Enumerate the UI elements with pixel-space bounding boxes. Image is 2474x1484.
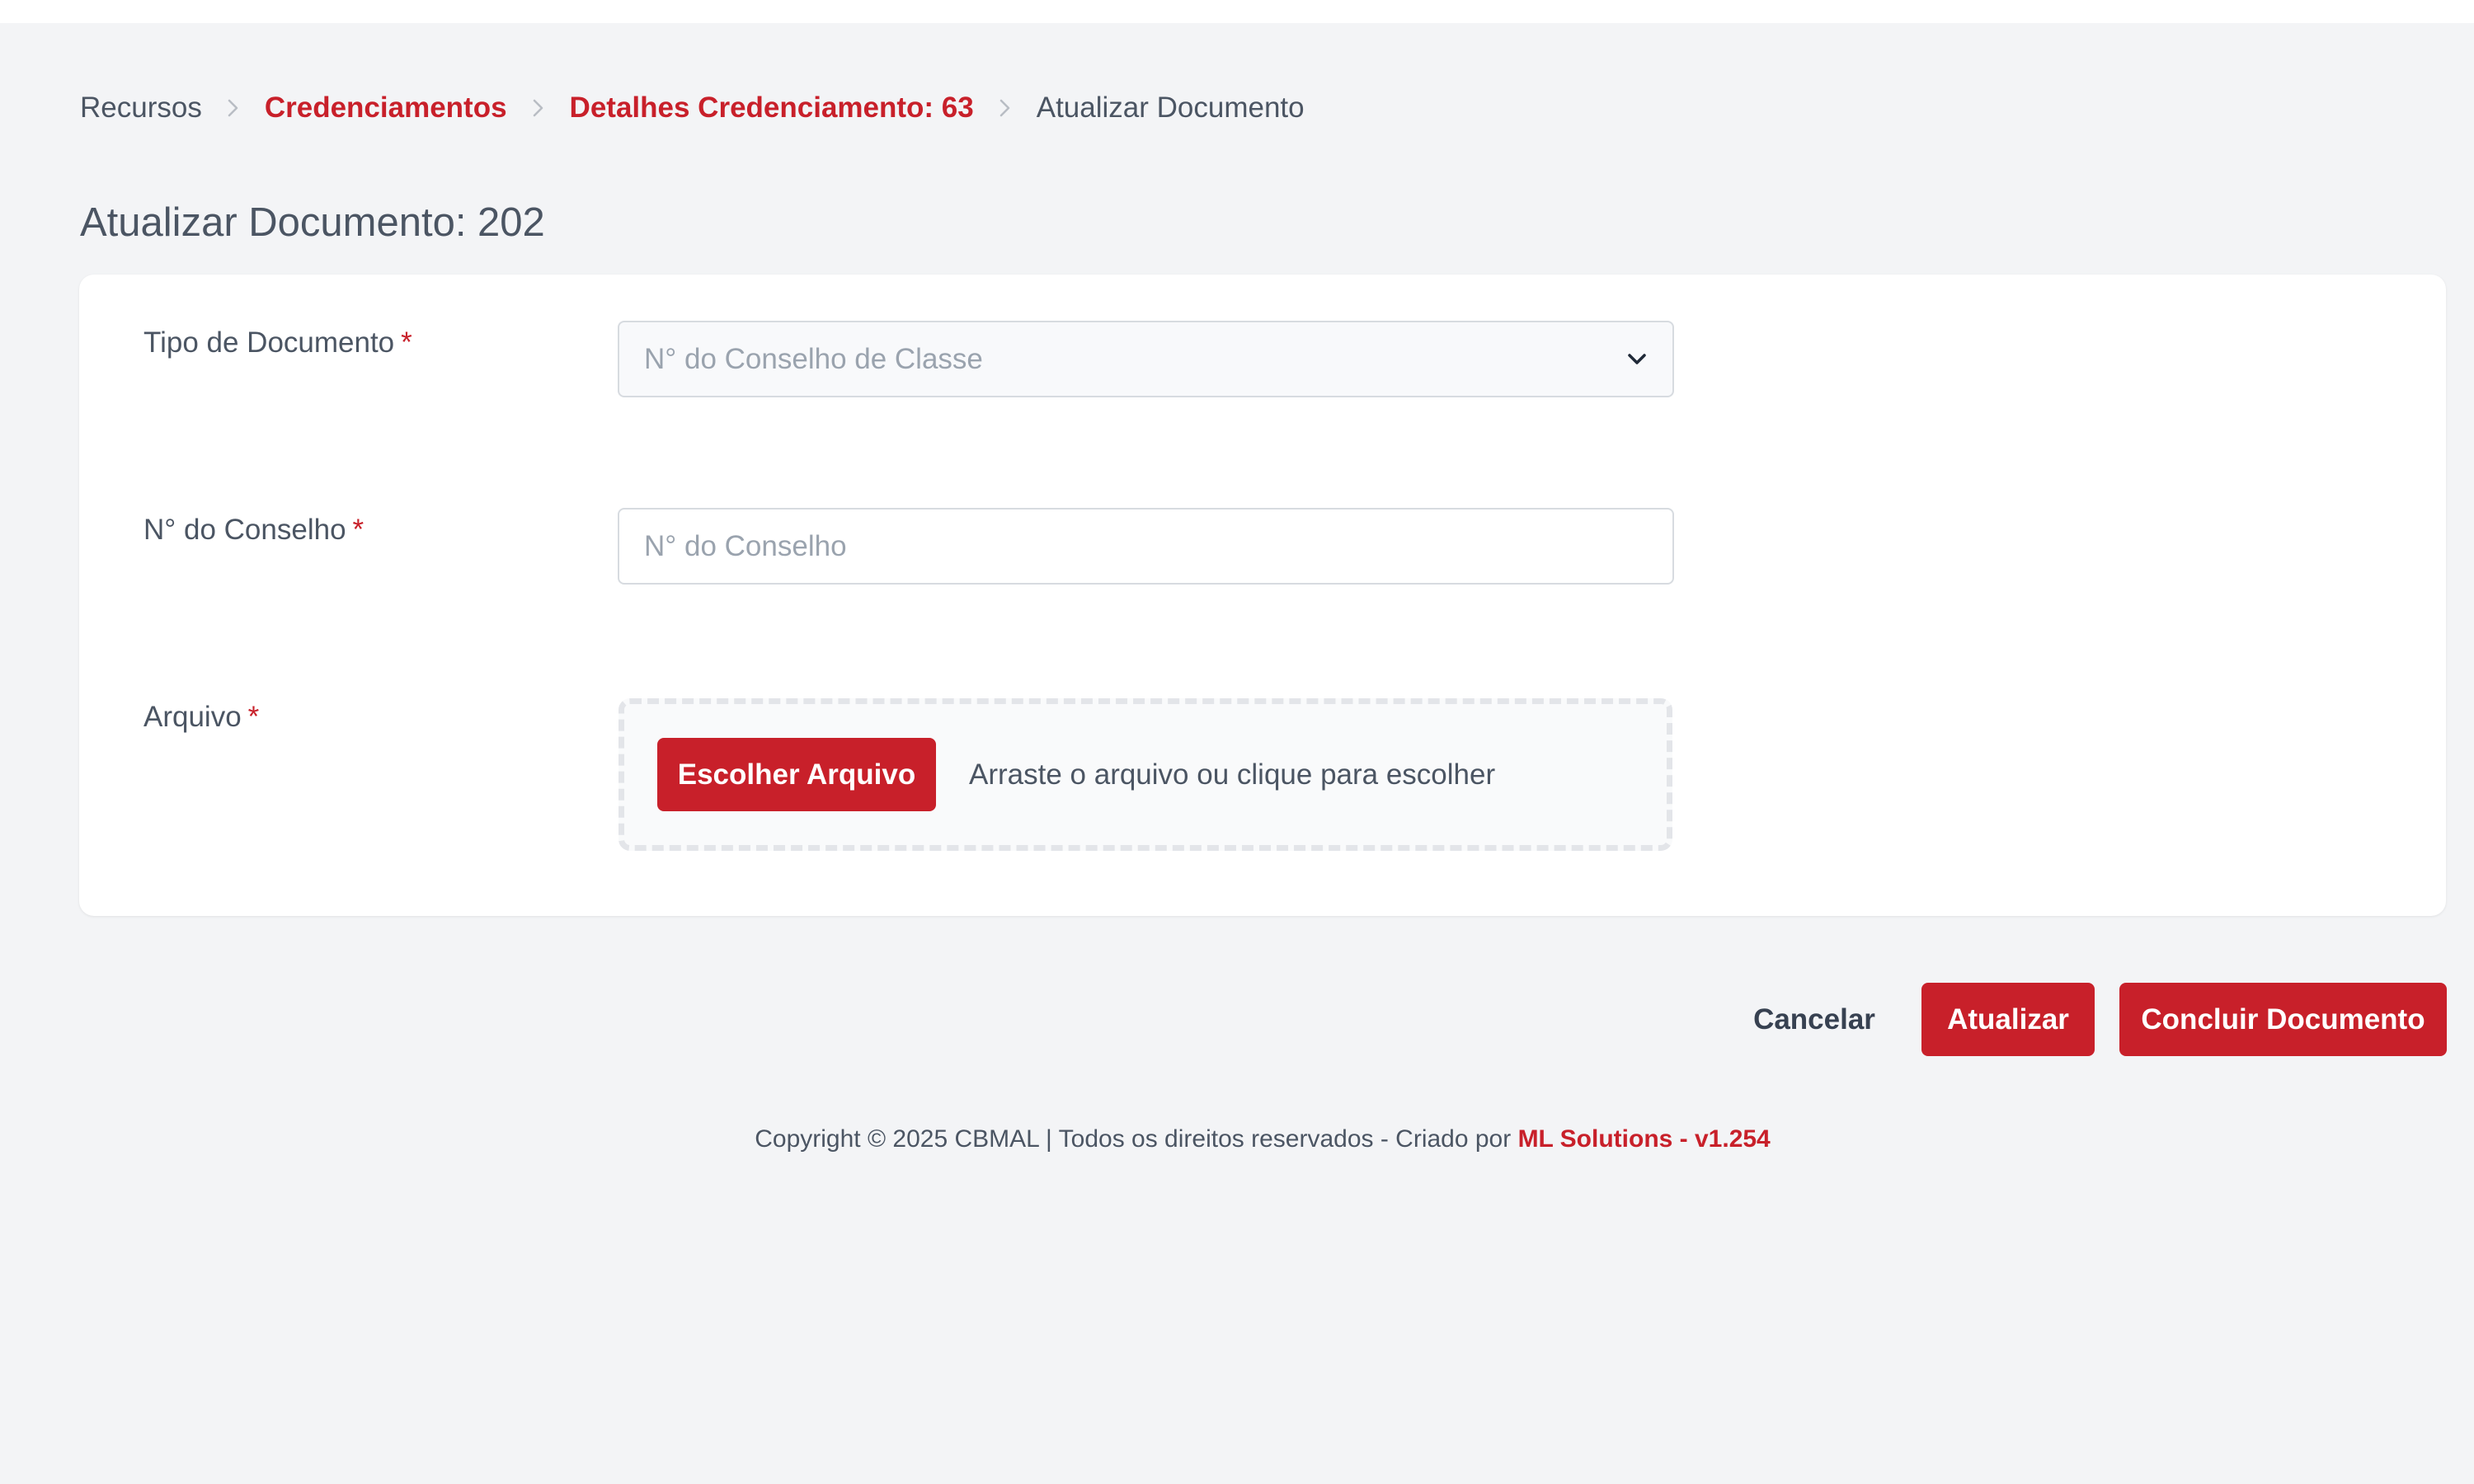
file-label: Arquivo * [143, 698, 259, 736]
top-bar [0, 0, 2474, 23]
required-marker: * [401, 326, 412, 359]
chevron-right-icon [529, 89, 548, 127]
document-type-selected-value: N° do Conselho de Classe [644, 343, 983, 375]
council-number-label: N° do Conselho * [143, 511, 364, 549]
dropzone-hint: Arraste o arquivo ou clique para escolhe… [969, 758, 1496, 791]
breadcrumb-item-credenciamentos[interactable]: Credenciamentos [265, 92, 507, 124]
page-title: Atualizar Documento: 202 [80, 200, 545, 245]
council-number-input[interactable] [618, 508, 1674, 585]
council-number-label-text: N° do Conselho [143, 514, 346, 546]
required-marker: * [247, 701, 260, 733]
file-dropzone[interactable]: Escolher Arquivo Arraste o arquivo ou cl… [618, 698, 1672, 851]
footer: Copyright © 2025 CBMAL | Todos os direit… [0, 1123, 2474, 1156]
breadcrumb: Recursos Credenciamentos Detalhes Creden… [80, 89, 1305, 127]
breadcrumb-item-current: Atualizar Documento [1036, 92, 1305, 124]
chevron-right-icon [995, 89, 1015, 127]
breadcrumb-item-recursos[interactable]: Recursos [80, 92, 202, 124]
document-type-label: Tipo de Documento * [143, 324, 412, 362]
form-card: Tipo de Documento * N° do Conselho de Cla… [79, 275, 2446, 916]
file-label-text: Arquivo [143, 701, 242, 733]
footer-link-ml-solutions[interactable]: ML Solutions - v1.254 [1518, 1125, 1771, 1153]
document-type-select[interactable]: N° do Conselho de Classe [618, 321, 1674, 397]
choose-file-button[interactable]: Escolher Arquivo [657, 738, 936, 811]
chevron-down-icon [1625, 347, 1649, 372]
document-type-label-text: Tipo de Documento [143, 326, 395, 359]
update-button[interactable]: Atualizar [1921, 983, 2095, 1056]
cancel-button[interactable]: Cancelar [1740, 983, 1888, 1056]
finish-document-button[interactable]: Concluir Documento [2119, 983, 2447, 1056]
breadcrumb-item-detalhes-credenciamento[interactable]: Detalhes Credenciamento: 63 [570, 92, 974, 124]
required-marker: * [352, 514, 365, 546]
chevron-right-icon [223, 89, 243, 127]
footer-copyright: Copyright © 2025 CBMAL | Todos os direit… [755, 1125, 1518, 1153]
